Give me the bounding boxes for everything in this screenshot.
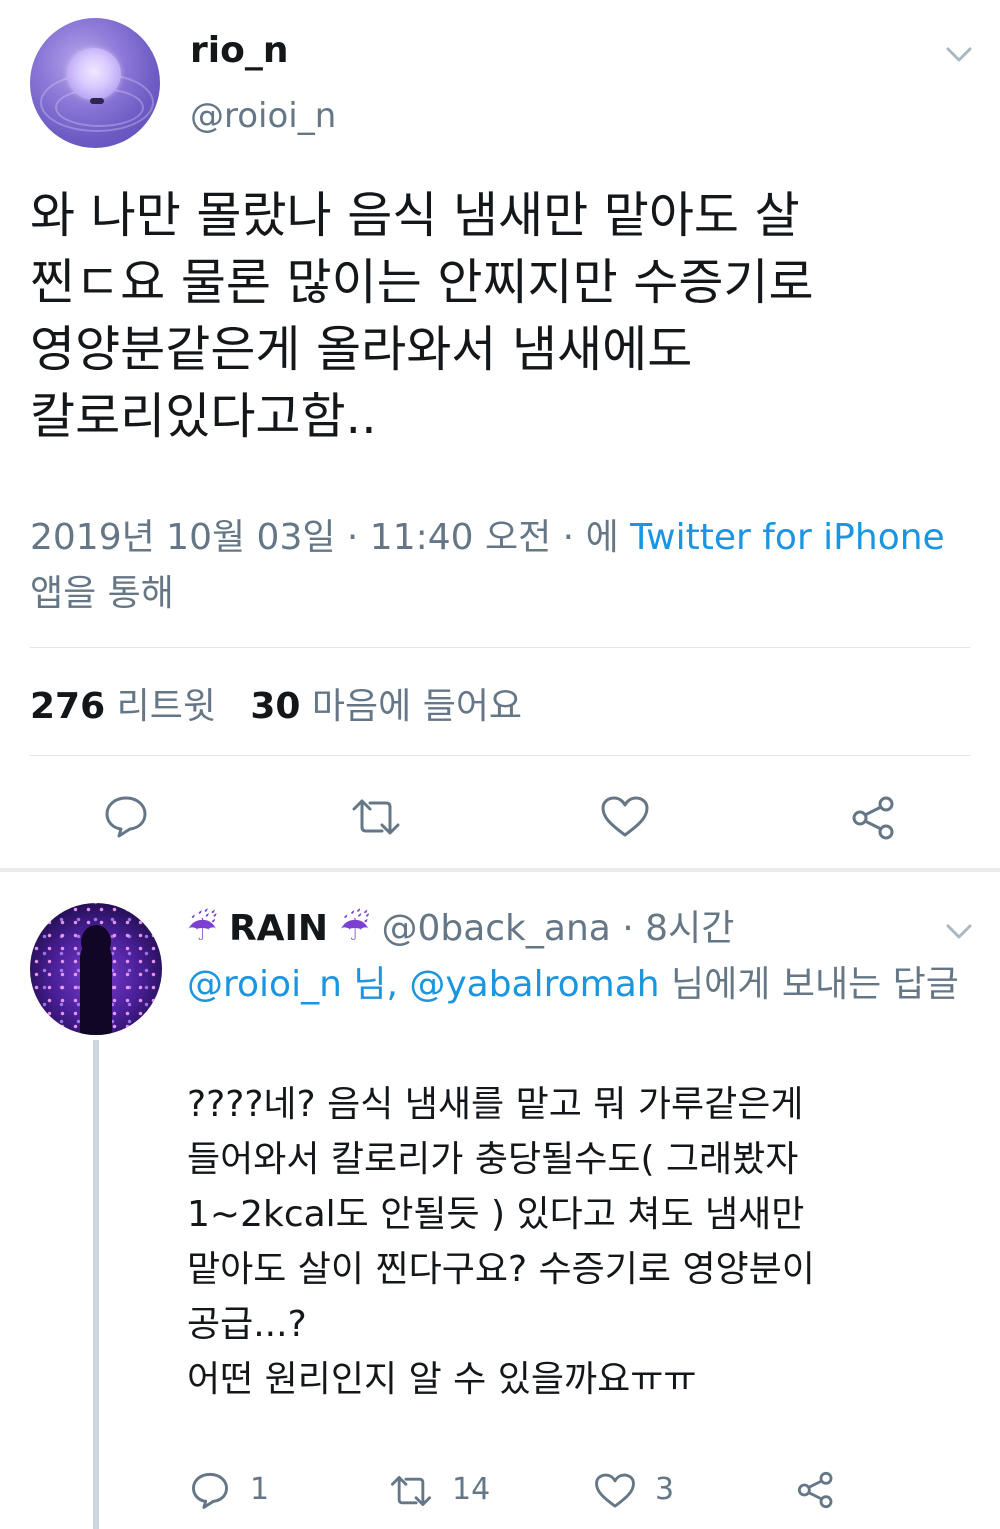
reply-text: ????네? 음식 냄새를 맡고 뭐 가루같은게 들어와서 칼로리가 충당될수도… (187, 1084, 815, 1400)
mention-link[interactable]: @yabalromah (409, 964, 659, 1005)
like-count: 3 (655, 1472, 675, 1507)
section-separator (0, 868, 1000, 872)
likes-label: 마음에 들어요 (311, 686, 523, 727)
share-icon[interactable] (796, 1470, 836, 1510)
user-handle[interactable]: @roioi_n (190, 96, 336, 136)
reply-display-name[interactable]: RAIN (229, 908, 328, 949)
likes-stat[interactable]: 30 마음에 들어요 (250, 686, 522, 727)
umbrella-emoji: ☔ (187, 909, 218, 949)
thread-line (93, 1040, 99, 1529)
retweet-icon[interactable] (389, 1472, 433, 1510)
display-name[interactable]: rio_n (190, 30, 288, 71)
reply-time: · 8시간 (610, 908, 735, 949)
retweet-count: 14 (452, 1472, 491, 1507)
reply-count: 1 (250, 1472, 270, 1507)
source-suffix: 앱을 통해 (30, 573, 174, 614)
like-icon[interactable] (594, 1472, 636, 1510)
retweets-count: 276 (30, 686, 106, 727)
reply-avatar[interactable] (30, 903, 162, 1035)
avatar[interactable] (30, 18, 160, 148)
tweet-meta: 2019년 10월 03일 · 11:40 오전 · 에 Twitter for… (30, 510, 970, 622)
tweet-stats: 276 리트윗 30 마음에 들어요 (30, 677, 522, 729)
avatar-rose (67, 48, 121, 100)
reply-handle[interactable]: @0back_ana (381, 908, 610, 949)
divider (30, 755, 970, 756)
reply-icon[interactable] (190, 1470, 230, 1510)
chevron-down-icon[interactable] (942, 40, 976, 68)
share-icon[interactable] (850, 795, 898, 841)
retweets-label: 리트윗 (116, 686, 216, 727)
replying-to-suffix: 님에게 보내는 답글 (659, 964, 959, 1005)
retweets-stat[interactable]: 276 리트윗 (30, 686, 216, 727)
reply-icon[interactable] (103, 793, 149, 839)
avatar-figure (80, 941, 112, 1035)
replying-to: @roioi_n 님, @yabalromah 님에게 보내는 답글 (187, 958, 967, 1012)
like-icon[interactable] (600, 795, 650, 839)
tweet-timestamp[interactable]: 2019년 10월 03일 · 11:40 오전 · 에 (30, 517, 630, 558)
umbrella-emoji: ☔ (339, 909, 370, 949)
likes-count: 30 (250, 686, 301, 727)
avatar-stem (90, 98, 104, 104)
divider (30, 647, 970, 648)
mention-link[interactable]: @roioi_n 님, (187, 964, 409, 1005)
source-link[interactable]: Twitter for iPhone (630, 517, 945, 558)
reply-header: ☔ RAIN ☔ @0back_ana · 8시간 (187, 902, 734, 956)
retweet-icon[interactable] (350, 795, 402, 839)
chevron-down-icon[interactable] (942, 917, 976, 945)
tweet-text: 와 나만 몰랐나 음식 냄새만 맡아도 살 찐ㄷ요 물론 많이는 안찌지만 수증… (30, 187, 814, 445)
